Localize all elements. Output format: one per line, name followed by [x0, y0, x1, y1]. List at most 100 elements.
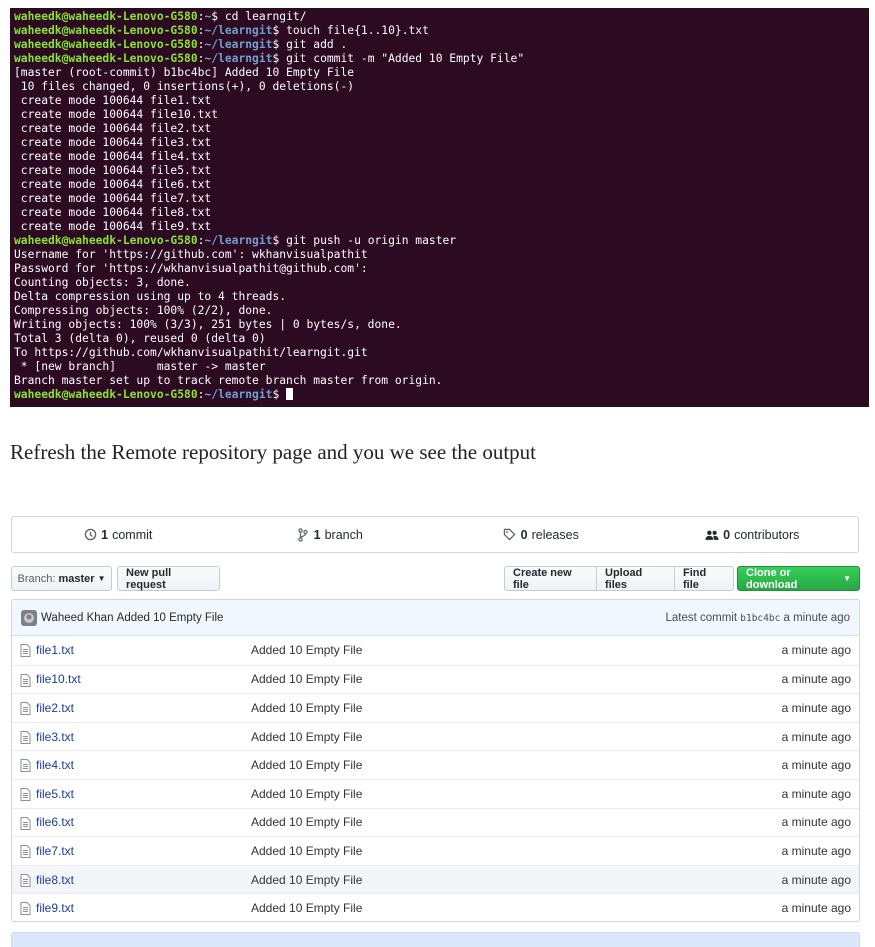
prompt-user: waheedk@waheedk-Lenovo-G580	[14, 388, 198, 401]
file-row[interactable]: file1.txt Added 10 Empty File a minute ago	[12, 636, 859, 665]
contributors-link[interactable]: 0 contributors	[647, 528, 859, 542]
file-row[interactable]: file2.txt Added 10 Empty File a minute ago	[12, 693, 859, 722]
file-commit-message[interactable]: Added 10 Empty File	[251, 730, 362, 744]
avatar[interactable]	[21, 609, 37, 626]
terminal-output-line: create mode 100644 file5.txt	[14, 164, 212, 177]
terminal-output-line: Compressing objects: 100% (2/2), done.	[14, 304, 273, 317]
file-name-link[interactable]: file9.txt	[36, 901, 74, 915]
branches-count: 1	[313, 527, 321, 542]
terminal-output-line: create mode 100644 file1.txt	[14, 94, 212, 107]
terminal-command: touch file{1..10}.txt	[286, 24, 429, 37]
file-commit-message[interactable]: Added 10 Empty File	[251, 844, 362, 858]
file-name-link[interactable]: file2.txt	[36, 701, 74, 715]
file-age: a minute ago	[781, 872, 851, 887]
terminal-prompt-line: waheedk@waheedk-Lenovo-G580:~/learngit$ …	[14, 24, 429, 37]
prompt-user: waheedk@waheedk-Lenovo-G580	[14, 52, 198, 65]
terminal-output-line: [master (root-commit) b1bc4bc] Added 10 …	[14, 66, 355, 79]
releases-count: 0	[520, 527, 528, 542]
file-icon	[20, 845, 31, 861]
repo-toolbar: Branch: master ▼ New pull request Create…	[11, 566, 860, 591]
file-age: a minute ago	[781, 672, 851, 687]
terminal-output-line: create mode 100644 file2.txt	[14, 122, 212, 135]
file-row[interactable]: file5.txt Added 10 Empty File a minute ago	[12, 778, 859, 808]
commit-sha[interactable]: b1bc4bc	[740, 613, 780, 624]
file-icon	[20, 816, 31, 833]
file-list: Waheed Khan Added 10 Empty File Latest c…	[11, 599, 860, 922]
file-row[interactable]: file8.txt Added 10 Empty File a minute ago	[12, 864, 859, 894]
prompt-user: waheedk@waheedk-Lenovo-G580	[14, 38, 198, 51]
file-row[interactable]: file4.txt Added 10 Empty File a minute ago	[12, 750, 859, 779]
branches-label: branch	[324, 527, 363, 542]
releases-label: releases	[531, 527, 579, 542]
terminal-window[interactable]: waheedk@waheedk-Lenovo-G580:~$ cd learng…	[10, 8, 869, 407]
file-commit-message[interactable]: Added 10 Empty File	[251, 815, 362, 829]
file-commit-message[interactable]: Added 10 Empty File	[251, 643, 362, 657]
file-row[interactable]: file3.txt Added 10 Empty File a minute ago	[12, 721, 859, 751]
find-file-button[interactable]: Find file	[674, 566, 734, 591]
file-name-link[interactable]: file10.txt	[36, 672, 81, 686]
commits-link[interactable]: 1 commit	[12, 528, 224, 542]
file-commit-message[interactable]: Added 10 Empty File	[251, 758, 362, 772]
file-age: a minute ago	[781, 786, 851, 801]
terminal-output-line: create mode 100644 file4.txt	[14, 150, 212, 163]
file-icon	[20, 902, 31, 918]
file-row[interactable]: file7.txt Added 10 Empty File a minute ago	[12, 836, 859, 865]
file-name-link[interactable]: file7.txt	[36, 844, 74, 858]
file-row[interactable]: file10.txt Added 10 Empty File a minute ag…	[12, 664, 859, 694]
caret-down-icon: ▼	[97, 574, 106, 583]
file-row[interactable]: file6.txt Added 10 Empty File a minute ago	[12, 807, 859, 837]
terminal-prompt-line: waheedk@waheedk-Lenovo-G580:~$ cd learng…	[14, 10, 307, 23]
terminal-output-line: * [new branch] master -> master	[14, 360, 266, 373]
commit-message[interactable]: Added 10 Empty File	[117, 612, 224, 624]
file-icon	[20, 673, 31, 690]
file-name-link[interactable]: file6.txt	[36, 815, 74, 829]
clone-or-download-button[interactable]: Clone or download ▼	[737, 566, 860, 591]
releases-link[interactable]: 0 releases	[435, 528, 647, 542]
file-name-link[interactable]: file8.txt	[36, 873, 74, 887]
file-age: a minute ago	[781, 729, 851, 744]
file-icon	[20, 644, 31, 660]
clone-or-download-label: Clone or download	[746, 566, 798, 591]
prompt-user: waheedk@waheedk-Lenovo-G580	[14, 24, 198, 37]
file-row[interactable]: file9.txt Added 10 Empty File a minute ago	[12, 893, 859, 921]
file-name-link[interactable]: file4.txt	[36, 758, 74, 772]
file-age: a minute ago	[781, 843, 851, 858]
new-pull-request-button[interactable]: New pull request	[117, 566, 220, 591]
file-age: a minute ago	[781, 643, 851, 658]
file-commit-message[interactable]: Added 10 Empty File	[251, 873, 362, 887]
terminal-output-line: create mode 100644 file10.txt	[14, 108, 219, 121]
terminal-output-line: Password for 'https://wkhanvisualpathit@…	[14, 262, 368, 275]
create-new-file-button[interactable]: Create new file	[504, 566, 597, 591]
file-icon	[20, 787, 31, 804]
commits-count: 1	[101, 527, 109, 542]
file-commit-message[interactable]: Added 10 Empty File	[251, 701, 362, 715]
contributors-count: 0	[723, 527, 731, 542]
terminal-prompt-line: waheedk@waheedk-Lenovo-G580:~/learngit$ …	[14, 38, 348, 51]
terminal-output-line: Delta compression using up to 4 threads.	[14, 290, 287, 303]
file-commit-message[interactable]: Added 10 Empty File	[251, 787, 362, 801]
terminal-output-line: create mode 100644 file3.txt	[14, 136, 212, 149]
terminal-output-line: create mode 100644 file9.txt	[14, 220, 212, 233]
file-commit-message[interactable]: Added 10 Empty File	[251, 901, 362, 915]
file-commit-message[interactable]: Added 10 Empty File	[251, 672, 362, 686]
latest-commit-label: Latest commit	[665, 611, 738, 624]
terminal-prompt-line: waheedk@waheedk-Lenovo-G580:~/learngit$	[14, 388, 865, 402]
people-icon	[705, 528, 719, 542]
branch-select-button[interactable]: Branch: master ▼	[11, 566, 112, 591]
terminal-output-line: create mode 100644 file7.txt	[14, 192, 212, 205]
readme-header-strip	[11, 932, 860, 947]
caption-text: Refresh the Remote repository page and y…	[10, 440, 537, 464]
branches-link[interactable]: 1 branch	[224, 528, 436, 542]
prompt-path: ~/learngit	[204, 388, 273, 401]
branch-icon	[296, 527, 310, 542]
commit-author[interactable]: Waheed Khan	[41, 612, 113, 624]
file-age: a minute ago	[781, 901, 851, 916]
file-name-link[interactable]: file1.txt	[36, 643, 74, 657]
upload-files-button[interactable]: Upload files	[596, 566, 675, 591]
tag-icon	[503, 528, 517, 542]
branch-prefix: Branch:	[17, 572, 56, 585]
terminal-command: git add .	[286, 38, 348, 51]
file-name-link[interactable]: file5.txt	[36, 787, 74, 801]
file-name-link[interactable]: file3.txt	[36, 730, 74, 744]
prompt-user: waheedk@waheedk-Lenovo-G580	[14, 10, 198, 23]
